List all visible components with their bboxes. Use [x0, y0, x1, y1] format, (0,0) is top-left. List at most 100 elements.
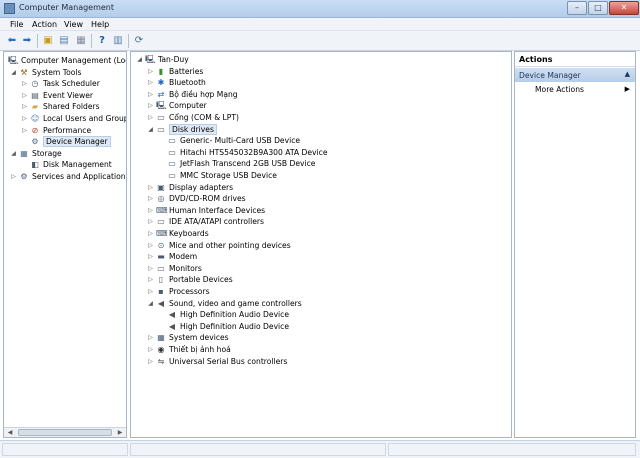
expand-arrow-icon[interactable]: ▷: [147, 332, 154, 343]
camera-icon: ◉: [157, 345, 165, 354]
tree-item[interactable]: ▷ ✱ Bluetooth: [131, 77, 511, 88]
expand-arrow-icon[interactable]: ▷: [147, 251, 154, 262]
collapse-arrow-icon[interactable]: ◢: [147, 124, 154, 135]
expand-arrow-icon[interactable]: ▷: [147, 228, 154, 239]
tree-item[interactable]: ▷ ▭ IDE ATA/ATAPI controllers: [131, 216, 511, 227]
tree-item[interactable]: ▷ 🖳 Computer: [131, 100, 511, 111]
collapse-arrow-icon[interactable]: ▲: [625, 70, 630, 78]
collapse-arrow-icon[interactable]: ◢: [136, 54, 143, 65]
tree-item[interactable]: ▷ ⌨ Human Interface Devices: [131, 205, 511, 216]
collapse-arrow-icon[interactable]: ◢: [10, 148, 17, 159]
tree-item[interactable]: ▷ ⊘ Performance: [4, 125, 126, 136]
actions-section-device-manager[interactable]: Device Manager ▲: [515, 68, 635, 82]
menu-help[interactable]: Help: [91, 20, 109, 29]
tree-item[interactable]: ▭ Hitachi HTS545032B9A300 ATA Device: [131, 147, 511, 158]
expand-arrow-icon[interactable]: ▷: [21, 101, 28, 112]
tree-item-label: Bộ điều hợp Mạng: [169, 89, 238, 99]
tree-item[interactable]: ▷ ☺ Local Users and Groups: [4, 113, 126, 124]
up-folder-icon[interactable]: ▣: [41, 34, 55, 48]
tree-item[interactable]: ▷ ⇋ Universal Serial Bus controllers: [131, 356, 511, 367]
scroll-left-icon[interactable]: ◀: [5, 428, 15, 437]
dvd-icon: ◎: [157, 194, 165, 204]
tree-item[interactable]: ▷ ▯ Portable Devices: [131, 274, 511, 285]
tree-item[interactable]: ◧ Disk Management: [4, 159, 126, 170]
tree-item[interactable]: ◢ 🖳 Tan-Duy: [131, 54, 511, 65]
tree-item[interactable]: ▷ ◷ Task Scheduler: [4, 78, 126, 89]
more-actions-link[interactable]: More Actions: [535, 85, 584, 94]
properties-icon[interactable]: ▦: [74, 34, 88, 48]
expand-arrow-icon[interactable]: ▷: [147, 263, 154, 274]
expand-arrow-icon[interactable]: ▷: [21, 90, 28, 101]
expand-arrow-icon[interactable]: ▷: [147, 100, 154, 111]
menu-file[interactable]: File: [10, 20, 23, 29]
modem-icon: ▬: [157, 252, 165, 262]
expand-arrow-icon[interactable]: ▷: [147, 77, 154, 88]
tree-item[interactable]: ◢ ▦ Storage: [4, 148, 126, 159]
tree-item[interactable]: ◀ High Definition Audio Device: [131, 309, 511, 320]
tree-item[interactable]: ▷ ⚙ Services and Applications: [4, 171, 126, 182]
tree-item-label: Task Scheduler: [43, 79, 100, 89]
scrollbar-thumb[interactable]: [18, 429, 112, 436]
tree-item[interactable]: ▷ ▭ Cổng (COM & LPT): [131, 112, 511, 123]
tree-item[interactable]: ▷ ▪ Processors: [131, 286, 511, 297]
expand-arrow-icon[interactable]: ▷: [147, 89, 154, 100]
status-segment: [130, 443, 386, 456]
tree-item[interactable]: ▷ ▬ Modem: [131, 251, 511, 262]
menu-action[interactable]: Action: [32, 20, 57, 29]
expand-arrow-icon[interactable]: ▷: [147, 286, 154, 297]
expand-arrow-icon[interactable]: ▷: [21, 125, 28, 136]
disk-icon: ◧: [31, 160, 39, 170]
tree-item[interactable]: ◢ ▭ Disk drives: [131, 123, 511, 135]
tree-item[interactable]: ▭ JetFlash Transcend 2GB USB Device: [131, 158, 511, 169]
expand-arrow-icon[interactable]: ▷: [147, 356, 154, 367]
tree-item[interactable]: ▷ ▰ Shared Folders: [4, 101, 126, 112]
expand-arrow-icon[interactable]: ▷: [147, 344, 154, 355]
expand-arrow-icon[interactable]: ▷: [147, 66, 154, 77]
scroll-right-icon[interactable]: ▶: [115, 428, 125, 437]
back-icon[interactable]: ⬅: [5, 34, 19, 48]
tree-item[interactable]: ▷ ▣ Display adapters: [131, 182, 511, 193]
tree-item[interactable]: ▷ ⇄ Bộ điều hợp Mạng: [131, 89, 511, 100]
tree-item[interactable]: ▭ Generic- Multi-Card USB Device: [131, 135, 511, 146]
tree-item[interactable]: ▷ ▤ Event Viewer: [4, 90, 126, 101]
horizontal-scrollbar[interactable]: ◀ ▶: [4, 427, 126, 437]
tree-item[interactable]: 🖳 Computer Management (Local: [4, 55, 126, 66]
forward-icon[interactable]: ➡: [20, 34, 34, 48]
expand-arrow-icon[interactable]: ▷: [147, 205, 154, 216]
tree-item-label: Device Manager: [43, 136, 111, 148]
scan-hardware-icon[interactable]: ⟳: [132, 34, 146, 48]
collapse-arrow-icon[interactable]: ◢: [147, 298, 154, 309]
tree-item[interactable]: ▷ ▭ Monitors: [131, 263, 511, 274]
tree-item[interactable]: ⚙ Device Manager: [4, 136, 126, 148]
tree-item[interactable]: ◢ ⚒ System Tools: [4, 67, 126, 78]
expand-arrow-icon[interactable]: ▷: [147, 182, 154, 193]
expand-arrow-icon[interactable]: ▷: [147, 112, 154, 123]
maximize-button[interactable]: □: [588, 1, 608, 15]
expand-arrow-icon[interactable]: ▷: [21, 78, 28, 89]
expand-arrow-icon[interactable]: ▷: [21, 113, 28, 124]
tree-item[interactable]: ◢ ◀ Sound, video and game controllers: [131, 298, 511, 309]
tree-item[interactable]: ▷ ⌨ Keyboards: [131, 228, 511, 239]
expand-arrow-icon[interactable]: ▷: [147, 240, 154, 251]
tree-item-label: MMC Storage USB Device: [180, 171, 277, 180]
expand-arrow-icon[interactable]: ▷: [147, 216, 154, 227]
tree-item[interactable]: ◀ High Definition Audio Device: [131, 321, 511, 332]
action-pane-icon[interactable]: ▥: [111, 34, 125, 48]
tree-item[interactable]: ▷ ▦ System devices: [131, 332, 511, 343]
close-button[interactable]: ✕: [609, 1, 639, 15]
show-hide-tree-icon[interactable]: ▤: [57, 34, 71, 48]
tree-item-label: Services and Applications: [32, 172, 127, 181]
menu-view[interactable]: View: [64, 20, 83, 29]
tree-item[interactable]: ▷ ⊙ Mice and other pointing devices: [131, 240, 511, 251]
help-icon[interactable]: ?: [95, 34, 109, 48]
tree-item[interactable]: ▷ ▮ Batteries: [131, 66, 511, 77]
keyboard-icon: ⌨: [156, 229, 168, 238]
expand-arrow-icon[interactable]: ▷: [147, 274, 154, 285]
tree-item[interactable]: ▷ ◎ DVD/CD-ROM drives: [131, 193, 511, 204]
minimize-button[interactable]: –: [567, 1, 587, 15]
tree-item[interactable]: ▭ MMC Storage USB Device: [131, 170, 511, 181]
collapse-arrow-icon[interactable]: ◢: [10, 67, 17, 78]
expand-arrow-icon[interactable]: ▷: [147, 193, 154, 204]
expand-arrow-icon[interactable]: ▷: [10, 171, 17, 182]
tree-item[interactable]: ▷ ◉ Thiết bị ảnh hoá: [131, 344, 511, 355]
